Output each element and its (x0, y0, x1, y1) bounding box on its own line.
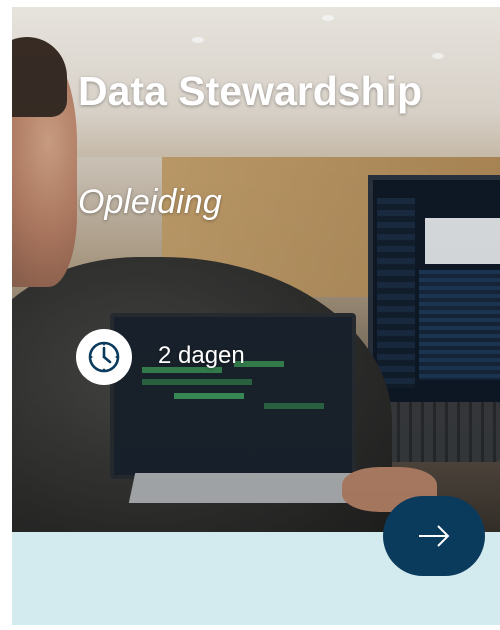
open-course-button[interactable] (383, 496, 485, 576)
arrow-right-icon (419, 525, 450, 547)
course-type: Opleiding (78, 183, 222, 221)
course-duration: 2 dagen (158, 342, 245, 369)
course-card[interactable]: Data Stewardship Opleiding 2 dagen (12, 7, 500, 625)
clock-icon (76, 329, 132, 385)
course-title: Data Stewardship (78, 68, 423, 114)
